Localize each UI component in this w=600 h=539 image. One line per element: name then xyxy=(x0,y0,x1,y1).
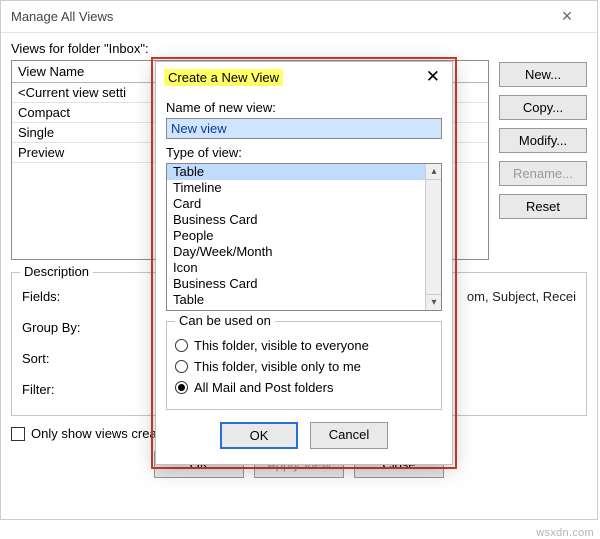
new-button[interactable]: New... xyxy=(499,62,587,87)
views-for-label: Views for folder "Inbox": xyxy=(11,41,587,56)
modal-body: Name of new view: New view Type of view:… xyxy=(156,90,452,459)
modal-ok-button[interactable]: OK xyxy=(220,422,298,449)
filter-label: Filter: xyxy=(22,382,102,397)
radio-label: This folder, visible to everyone xyxy=(194,338,369,353)
sort-label: Sort: xyxy=(22,351,102,366)
radio-label: All Mail and Post folders xyxy=(194,380,333,395)
view-name-cell: Compact xyxy=(12,103,172,122)
usage-legend: Can be used on xyxy=(175,313,275,328)
can-be-used-on-group: Can be used on This folder, visible to e… xyxy=(166,321,442,410)
list-item[interactable]: Business Card xyxy=(167,212,441,228)
watermark: wsxdn.com xyxy=(536,527,594,539)
rename-button[interactable]: Rename... xyxy=(499,161,587,186)
modal-title: Create a New View xyxy=(164,69,283,86)
radio-visible-only-me[interactable]: This folder, visible only to me xyxy=(175,359,433,374)
radio-icon[interactable] xyxy=(175,381,188,394)
modal-buttons: OK Cancel xyxy=(166,422,442,449)
description-legend: Description xyxy=(20,264,93,279)
radio-icon[interactable] xyxy=(175,339,188,352)
view-name-cell: Preview xyxy=(12,143,172,162)
type-of-view-label: Type of view: xyxy=(166,145,442,160)
list-item[interactable]: Icon xyxy=(167,260,441,276)
scroll-down-icon[interactable]: ▾ xyxy=(426,294,442,310)
view-name-input[interactable]: New view xyxy=(166,118,442,139)
list-item[interactable]: Day/Week/Month xyxy=(167,244,441,260)
list-item[interactable]: Timeline xyxy=(167,180,441,196)
titlebar: Manage All Views × xyxy=(1,1,597,33)
column-header-view-name[interactable]: View Name xyxy=(12,61,172,82)
list-item[interactable]: Table xyxy=(167,292,441,308)
window-title: Manage All Views xyxy=(11,9,547,24)
list-item[interactable]: Table xyxy=(167,164,441,180)
name-of-view-label: Name of new view: xyxy=(166,100,442,115)
type-of-view-list[interactable]: Table Timeline Card Business Card People… xyxy=(166,163,442,311)
radio-label: This folder, visible only to me xyxy=(194,359,361,374)
reset-button[interactable]: Reset xyxy=(499,194,587,219)
copy-button[interactable]: Copy... xyxy=(499,95,587,120)
scrollbar[interactable]: ▴ ▾ xyxy=(425,164,441,310)
radio-icon[interactable] xyxy=(175,360,188,373)
modify-button[interactable]: Modify... xyxy=(499,128,587,153)
create-new-view-dialog: Create a New View ✕ Name of new view: Ne… xyxy=(155,61,453,465)
radio-all-mail-folders[interactable]: All Mail and Post folders xyxy=(175,380,433,395)
side-buttons: New... Copy... Modify... Rename... Reset xyxy=(499,60,587,260)
checkbox-icon[interactable] xyxy=(11,427,25,441)
modal-titlebar: Create a New View ✕ xyxy=(156,62,452,90)
list-item[interactable]: Business Card xyxy=(167,276,441,292)
list-item[interactable]: People xyxy=(167,228,441,244)
close-icon[interactable]: × xyxy=(547,6,587,27)
view-name-cell: Single xyxy=(12,123,172,142)
group-by-label: Group By: xyxy=(22,320,102,335)
scroll-up-icon[interactable]: ▴ xyxy=(426,164,442,180)
fields-label: Fields: xyxy=(22,289,102,304)
modal-close-icon[interactable]: ✕ xyxy=(422,68,444,86)
list-item[interactable]: Card xyxy=(167,196,441,212)
view-name-cell: <Current view setti xyxy=(12,83,172,102)
radio-visible-everyone[interactable]: This folder, visible to everyone xyxy=(175,338,433,353)
modal-cancel-button[interactable]: Cancel xyxy=(310,422,388,449)
